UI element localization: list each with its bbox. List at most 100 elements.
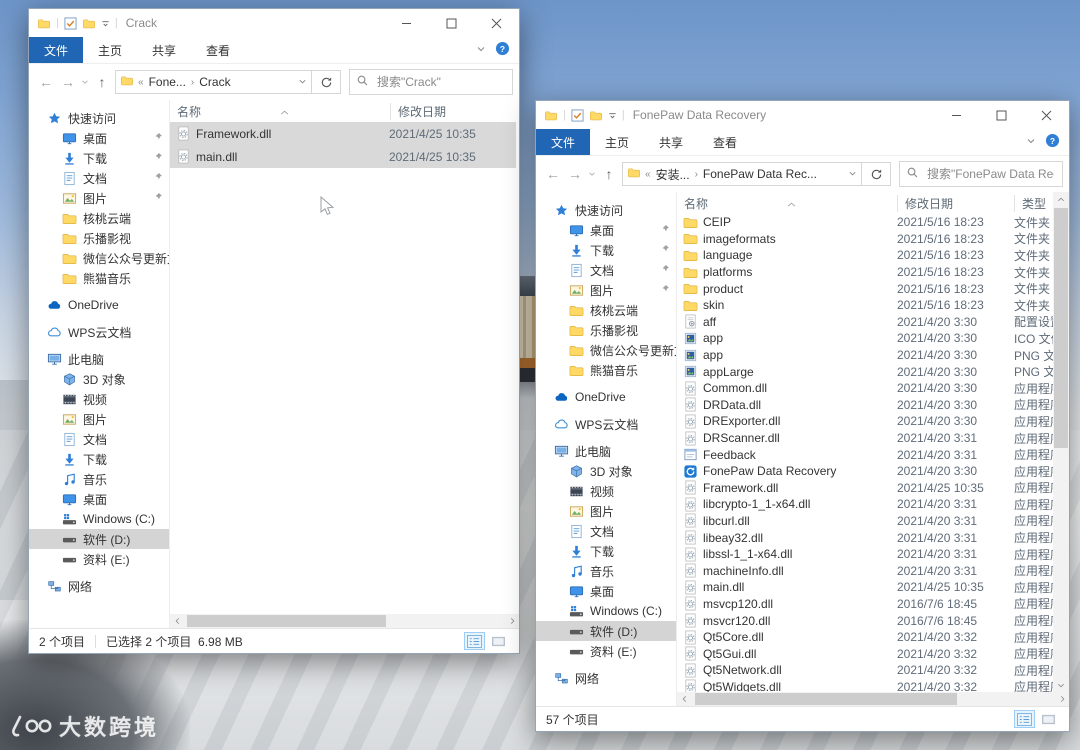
file-row[interactable]: Qt5Gui.dll 2021/4/20 3:32 应用程序 xyxy=(677,645,1053,662)
scroll-up-icon[interactable] xyxy=(1053,192,1069,206)
sidebar-item[interactable]: 文档 xyxy=(536,521,676,541)
file-row[interactable]: main.dll 2021/4/25 10:35 应用程序 xyxy=(677,579,1053,596)
up-button[interactable]: ↑ xyxy=(598,166,620,182)
breadcrumb-item[interactable]: FonePaw Data Rec... xyxy=(703,167,817,181)
file-row[interactable]: Qt5Network.dll 2021/4/20 3:32 应用程序 xyxy=(677,662,1053,679)
titlebar[interactable]: | | FonePaw Data Recovery xyxy=(536,101,1069,129)
sidebar-item[interactable]: 下载 xyxy=(29,148,169,168)
file-row[interactable]: msvcr120.dll 2016/7/6 18:45 应用程序 xyxy=(677,612,1053,629)
address-bar[interactable]: « 安装... › FonePaw Data Rec... xyxy=(622,162,862,186)
address-dropdown-icon[interactable] xyxy=(298,75,307,89)
sidebar-item[interactable]: 软件 (D:) xyxy=(536,621,676,641)
sidebar-item[interactable]: Windows (C:) xyxy=(536,601,676,621)
file-row[interactable]: machineInfo.dll 2021/4/20 3:31 应用程序 xyxy=(677,562,1053,579)
file-row[interactable]: DRData.dll 2021/4/20 3:30 应用程序 xyxy=(677,397,1053,414)
horizontal-scrollbar[interactable] xyxy=(677,692,1069,706)
sidebar-item[interactable]: OneDrive xyxy=(29,295,169,315)
breadcrumb-item[interactable]: 安装... xyxy=(656,166,690,183)
file-row[interactable]: product 2021/5/16 18:23 文件夹 xyxy=(677,280,1053,297)
file-row[interactable]: msvcp120.dll 2016/7/6 18:45 应用程序 xyxy=(677,596,1053,613)
sidebar-item[interactable]: 音乐 xyxy=(29,469,169,489)
file-row[interactable]: appLarge 2021/4/20 3:30 PNG 文件 xyxy=(677,363,1053,380)
sidebar-item[interactable]: 软件 (D:) xyxy=(29,529,169,549)
properties-check-icon[interactable] xyxy=(64,16,77,30)
sidebar-item[interactable]: 视频 xyxy=(29,389,169,409)
column-header-date[interactable]: 修改日期 xyxy=(390,102,519,120)
sidebar-item[interactable]: 核桃云端 xyxy=(29,208,169,228)
file-row[interactable]: libcurl.dll 2021/4/20 3:31 应用程序 xyxy=(677,513,1053,530)
sidebar-item[interactable]: 文档 xyxy=(29,168,169,188)
sidebar-item[interactable]: 桌面 xyxy=(29,489,169,509)
minimize-button[interactable] xyxy=(934,101,979,129)
scroll-left-icon[interactable] xyxy=(677,692,691,706)
tab-file[interactable]: 文件 xyxy=(29,37,84,63)
sidebar-item[interactable]: 网络 xyxy=(536,668,676,688)
column-header-name[interactable]: 名称 xyxy=(677,195,897,212)
sidebar-item[interactable]: 图片 xyxy=(29,188,169,208)
tab-view[interactable]: 查看 xyxy=(698,129,752,155)
file-row[interactable]: libcrypto-1_1-x64.dll 2021/4/20 3:31 应用程序 xyxy=(677,496,1053,513)
help-icon[interactable]: ? xyxy=(495,41,510,59)
close-button[interactable] xyxy=(1024,101,1069,129)
view-large-icons-button[interactable] xyxy=(1038,710,1059,728)
sidebar-item[interactable]: 桌面 xyxy=(536,581,676,601)
file-row[interactable]: app 2021/4/20 3:30 ICO 文件 xyxy=(677,330,1053,347)
vertical-scrollbar[interactable] xyxy=(1053,192,1069,692)
column-header-date[interactable]: 修改日期 xyxy=(897,194,1014,212)
column-header-name[interactable]: 名称 xyxy=(170,103,390,120)
history-dropdown-icon[interactable] xyxy=(586,170,598,178)
tab-share[interactable]: 共享 xyxy=(644,129,698,155)
breadcrumb-item[interactable]: Fone... xyxy=(149,75,186,89)
refresh-button[interactable] xyxy=(862,162,891,186)
scroll-right-icon[interactable] xyxy=(505,614,519,628)
file-row[interactable]: Feedback 2021/4/20 3:31 应用程序 xyxy=(677,446,1053,463)
sidebar-item[interactable]: Windows (C:) xyxy=(29,509,169,529)
file-row[interactable]: aff 2021/4/20 3:30 配置设置 xyxy=(677,314,1053,331)
tab-share[interactable]: 共享 xyxy=(137,37,191,63)
sidebar-item[interactable]: 视频 xyxy=(536,481,676,501)
breadcrumb-item[interactable]: Crack xyxy=(199,75,230,89)
file-row[interactable]: DRExporter.dll 2021/4/20 3:30 应用程序 xyxy=(677,413,1053,430)
scroll-right-icon[interactable] xyxy=(1055,692,1069,706)
search-box[interactable] xyxy=(349,69,513,95)
sidebar-item[interactable]: WPS云文档 xyxy=(536,414,676,434)
horizontal-scrollbar[interactable] xyxy=(170,614,519,628)
breadcrumb-overflow[interactable]: « xyxy=(645,169,651,180)
maximize-button[interactable] xyxy=(429,9,474,37)
back-button[interactable]: ← xyxy=(542,166,564,182)
file-row[interactable]: Framework.dll 2021/4/25 10:35 应用程序 xyxy=(677,480,1053,497)
view-details-button[interactable] xyxy=(464,632,485,650)
sidebar-item[interactable]: 乐播影视 xyxy=(536,320,676,340)
address-bar[interactable]: « Fone... › Crack xyxy=(115,70,312,94)
file-row[interactable]: DRScanner.dll 2021/4/20 3:31 应用程序 xyxy=(677,430,1053,447)
sidebar-item[interactable]: 文档 xyxy=(536,260,676,280)
sidebar-item[interactable]: 此电脑 xyxy=(29,349,169,369)
scroll-down-icon[interactable] xyxy=(1053,678,1069,692)
sidebar-item[interactable]: 3D 对象 xyxy=(29,369,169,389)
sidebar-item[interactable]: 3D 对象 xyxy=(536,461,676,481)
search-input[interactable] xyxy=(925,166,1056,182)
sidebar-item[interactable]: OneDrive xyxy=(536,387,676,407)
tab-file[interactable]: 文件 xyxy=(536,129,591,155)
sidebar-item[interactable]: 快速访问 xyxy=(536,200,676,220)
scroll-left-icon[interactable] xyxy=(170,614,184,628)
view-details-button[interactable] xyxy=(1014,710,1035,728)
up-button[interactable]: ↑ xyxy=(91,74,113,90)
sidebar-item[interactable]: 乐播影视 xyxy=(29,228,169,248)
tab-home[interactable]: 主页 xyxy=(590,129,644,155)
sidebar-item[interactable]: 图片 xyxy=(29,409,169,429)
sidebar-item[interactable]: 熊猫音乐 xyxy=(29,268,169,288)
sidebar-item[interactable]: 下载 xyxy=(29,449,169,469)
help-icon[interactable]: ? xyxy=(1045,133,1060,151)
forward-button[interactable]: → xyxy=(564,166,586,182)
search-box[interactable] xyxy=(899,161,1063,187)
qat-customize-icon[interactable] xyxy=(101,19,110,28)
ribbon-collapse-icon[interactable] xyxy=(1026,135,1036,149)
file-row[interactable]: app 2021/4/20 3:30 PNG 文件 xyxy=(677,347,1053,364)
forward-button[interactable]: → xyxy=(57,74,79,90)
new-folder-icon[interactable] xyxy=(589,109,603,122)
file-row[interactable]: language 2021/5/16 18:23 文件夹 xyxy=(677,247,1053,264)
sidebar-item[interactable]: 此电脑 xyxy=(536,441,676,461)
sidebar-item[interactable]: 下载 xyxy=(536,541,676,561)
sidebar-item[interactable]: 图片 xyxy=(536,280,676,300)
